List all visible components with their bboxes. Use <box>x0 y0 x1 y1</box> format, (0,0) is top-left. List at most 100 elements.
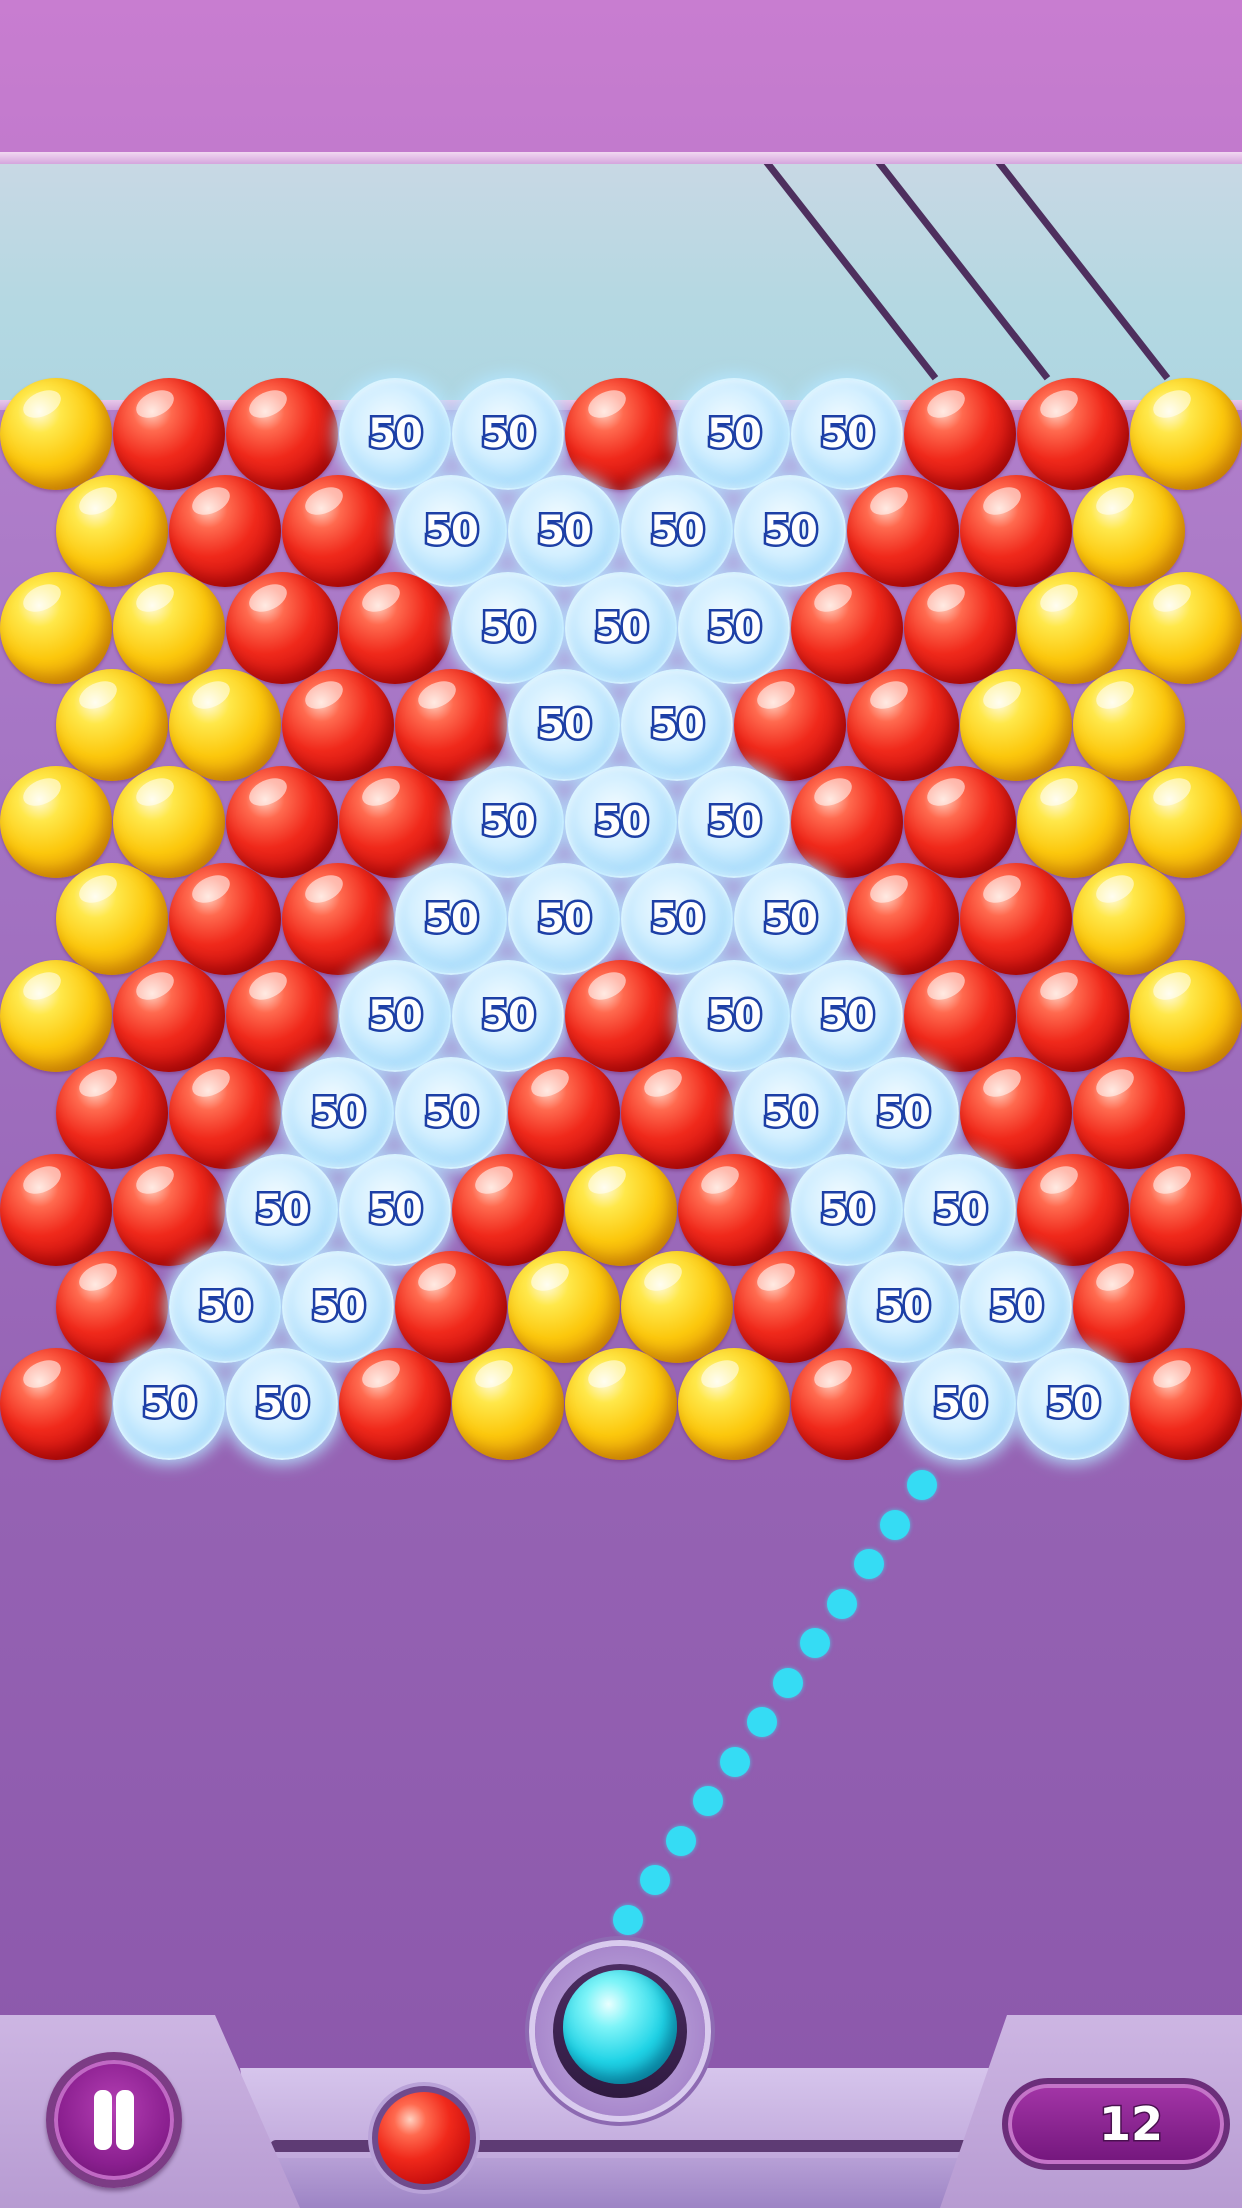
red-bubble <box>226 960 338 1072</box>
bubble-points-label: 50 <box>479 603 539 654</box>
bubble-points-label: 50 <box>705 797 765 848</box>
bubble-points-label: 50 <box>535 700 595 751</box>
bubble-points-label: 50 <box>987 1282 1047 1333</box>
yellow-bubble <box>1073 475 1185 587</box>
points-bubble: 50 <box>734 863 846 975</box>
yellow-bubble <box>565 1154 677 1266</box>
red-bubble <box>56 1057 168 1169</box>
next-bubble-holder[interactable] <box>372 2086 476 2190</box>
points-bubble: 50 <box>226 1348 338 1460</box>
red-bubble <box>960 863 1072 975</box>
red-bubble <box>565 960 677 1072</box>
points-bubble: 50 <box>791 1154 903 1266</box>
bubble-points-label: 50 <box>422 506 482 557</box>
red-bubble <box>791 766 903 878</box>
red-bubble <box>169 863 281 975</box>
points-bubble: 50 <box>678 572 790 684</box>
bubble-points-label: 50 <box>705 991 765 1042</box>
bubble-points-label: 50 <box>592 603 652 654</box>
yellow-bubble <box>1073 863 1185 975</box>
points-bubble: 50 <box>169 1251 281 1363</box>
bubble-points-label: 50 <box>309 1282 369 1333</box>
bubble-points-label: 50 <box>648 700 708 751</box>
yellow-bubble <box>0 572 112 684</box>
bubble-points-label: 50 <box>479 797 539 848</box>
red-bubble <box>282 863 394 975</box>
points-bubble: 50 <box>395 1057 507 1169</box>
yellow-bubble <box>452 1348 564 1460</box>
aim-dot <box>719 1746 750 1777</box>
yellow-bubble <box>1073 669 1185 781</box>
yellow-bubble <box>1017 572 1129 684</box>
yellow-bubble <box>0 378 112 490</box>
red-bubble <box>452 1154 564 1266</box>
points-bubble: 50 <box>395 863 507 975</box>
bubble-points-label: 50 <box>1044 1379 1104 1430</box>
red-bubble <box>395 669 507 781</box>
aim-dot <box>746 1707 777 1738</box>
red-bubble <box>960 475 1072 587</box>
red-bubble <box>0 1348 112 1460</box>
current-bubble[interactable] <box>563 1970 677 2084</box>
red-bubble <box>847 475 959 587</box>
points-bubble: 50 <box>904 1348 1016 1460</box>
points-bubble: 50 <box>678 766 790 878</box>
red-bubble <box>734 669 846 781</box>
bubble-points-label: 50 <box>874 1282 934 1333</box>
red-bubble <box>565 378 677 490</box>
points-bubble: 50 <box>508 669 620 781</box>
bubble-points-label: 50 <box>648 506 708 557</box>
red-bubble <box>226 572 338 684</box>
red-bubble <box>1130 1154 1242 1266</box>
yellow-bubble <box>56 669 168 781</box>
yellow-bubble <box>56 475 168 587</box>
yellow-bubble <box>565 1348 677 1460</box>
bubble-points-label: 50 <box>140 1379 200 1430</box>
points-bubble: 50 <box>565 572 677 684</box>
bubble-points-label: 50 <box>931 1185 991 1236</box>
points-bubble: 50 <box>565 766 677 878</box>
bubble-shooter[interactable] <box>535 1946 705 2116</box>
red-bubble <box>904 572 1016 684</box>
aim-dot <box>907 1470 937 1500</box>
red-bubble <box>169 475 281 587</box>
red-bubble <box>904 378 1016 490</box>
next-bubble[interactable] <box>378 2092 470 2184</box>
red-bubble <box>339 1348 451 1460</box>
yellow-bubble <box>113 766 225 878</box>
pause-button[interactable] <box>46 2052 182 2188</box>
moves-counter: 12 <box>1002 2078 1230 2170</box>
bubble-points-label: 50 <box>309 1088 369 1139</box>
red-bubble <box>791 1348 903 1460</box>
points-bubble: 50 <box>1017 1348 1129 1460</box>
red-bubble <box>847 669 959 781</box>
points-bubble: 50 <box>452 960 564 1072</box>
bubble-points-label: 50 <box>705 603 765 654</box>
points-bubble: 50 <box>847 1251 959 1363</box>
bubble-board[interactable]: 50 50 50 50 50 50 50 50 50 50 50 50 50 50 50 50 50 50 50 50… <box>0 0 1242 2208</box>
points-bubble: 50 <box>339 960 451 1072</box>
aim-dot <box>826 1588 857 1619</box>
red-bubble <box>1017 1154 1129 1266</box>
moves-count: 12 <box>1097 2096 1164 2153</box>
yellow-bubble <box>0 766 112 878</box>
yellow-bubble <box>113 572 225 684</box>
bubble-points-label: 50 <box>931 1379 991 1430</box>
red-bubble <box>791 572 903 684</box>
points-bubble: 50 <box>791 960 903 1072</box>
bubble-points-label: 50 <box>535 506 595 557</box>
red-bubble <box>0 1154 112 1266</box>
points-bubble: 50 <box>339 1154 451 1266</box>
bubble-points-label: 50 <box>535 894 595 945</box>
tray-base <box>262 2158 978 2208</box>
yellow-bubble <box>1017 766 1129 878</box>
points-bubble: 50 <box>734 475 846 587</box>
aim-dot <box>639 1865 670 1896</box>
bubble-points-label: 50 <box>253 1379 313 1430</box>
red-bubble <box>113 1154 225 1266</box>
red-bubble <box>1130 1348 1242 1460</box>
bubble-points-label: 50 <box>366 409 426 460</box>
points-bubble: 50 <box>113 1348 225 1460</box>
yellow-bubble <box>1130 378 1242 490</box>
red-bubble <box>1017 960 1129 1072</box>
